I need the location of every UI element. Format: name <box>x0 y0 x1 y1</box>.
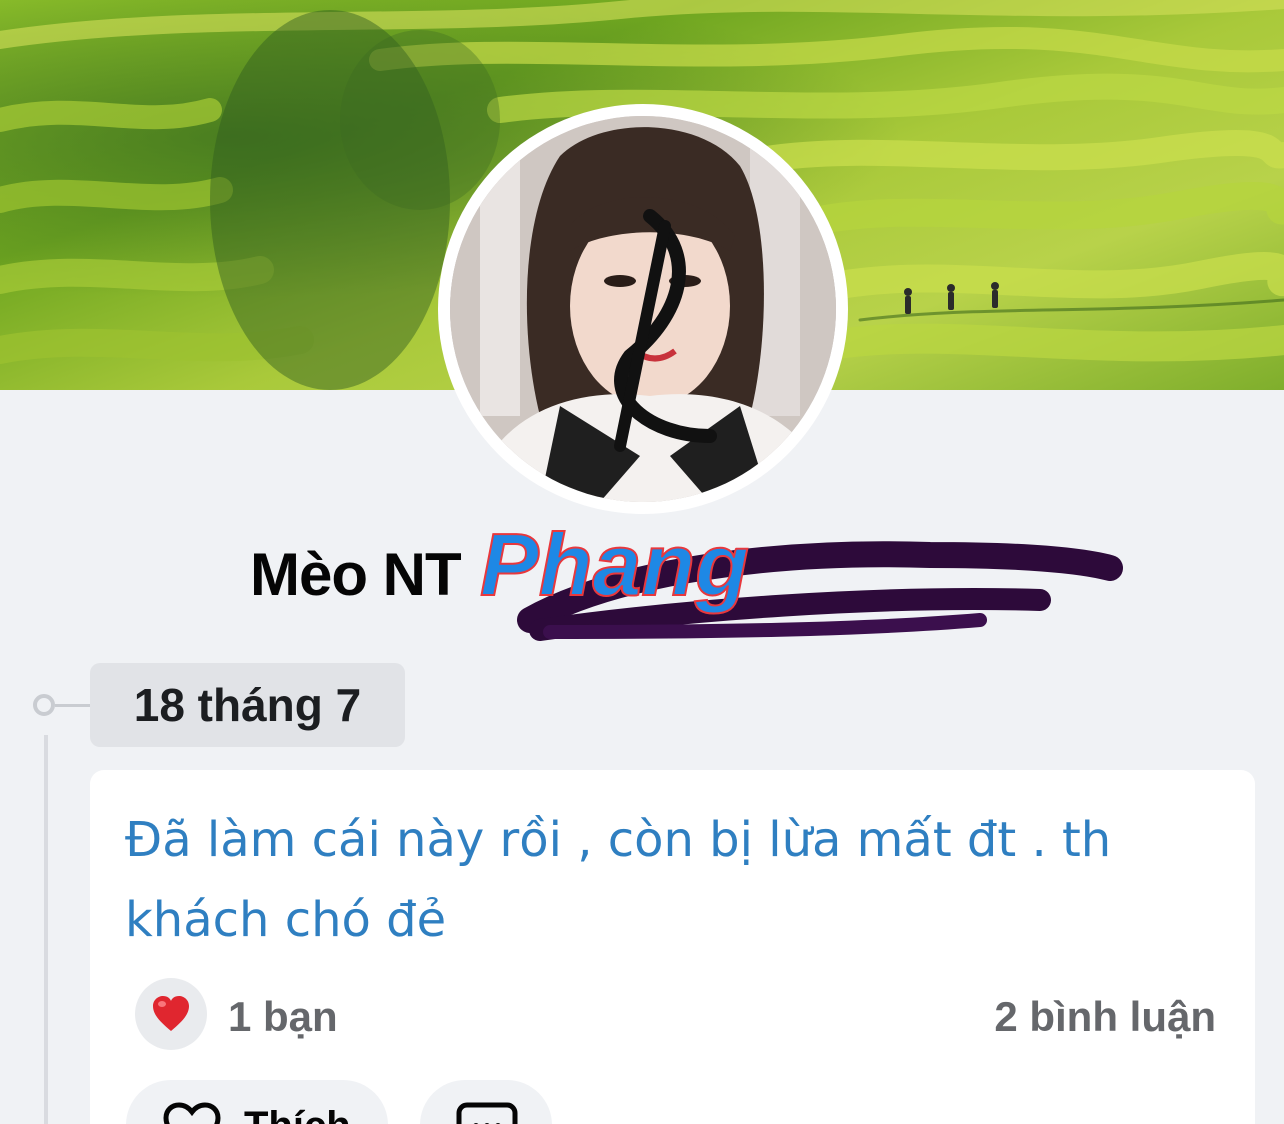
heart-icon <box>153 996 189 1031</box>
comment-icon <box>456 1102 518 1124</box>
timeline-line <box>44 735 48 1124</box>
watermark-logo: Phang <box>480 515 749 614</box>
post-text: Đã làm cái này rồi , còn bị lừa mất đt .… <box>125 812 1112 948</box>
profile-avatar[interactable] <box>450 116 836 502</box>
date-chip: 18 tháng 7 <box>90 663 405 747</box>
like-button[interactable]: Thích <box>126 1080 388 1124</box>
timeline-connector <box>55 704 91 707</box>
redaction-scribble: Phang <box>479 514 1123 641</box>
comment-count[interactable]: 2 bình luận <box>994 993 1216 1041</box>
timeline-dot <box>33 694 55 716</box>
reaction-badge[interactable] <box>135 978 207 1050</box>
avatar-portrait <box>450 116 836 502</box>
profile-page: Mèo NT Phang 18 tháng 7 Đã làm cái này r… <box>0 0 1284 1124</box>
reaction-count[interactable]: 1 bạn <box>228 993 338 1041</box>
profile-name: Mèo NT <box>250 541 462 608</box>
like-label: Thích <box>244 1104 351 1124</box>
heart-outline-icon <box>163 1102 221 1124</box>
